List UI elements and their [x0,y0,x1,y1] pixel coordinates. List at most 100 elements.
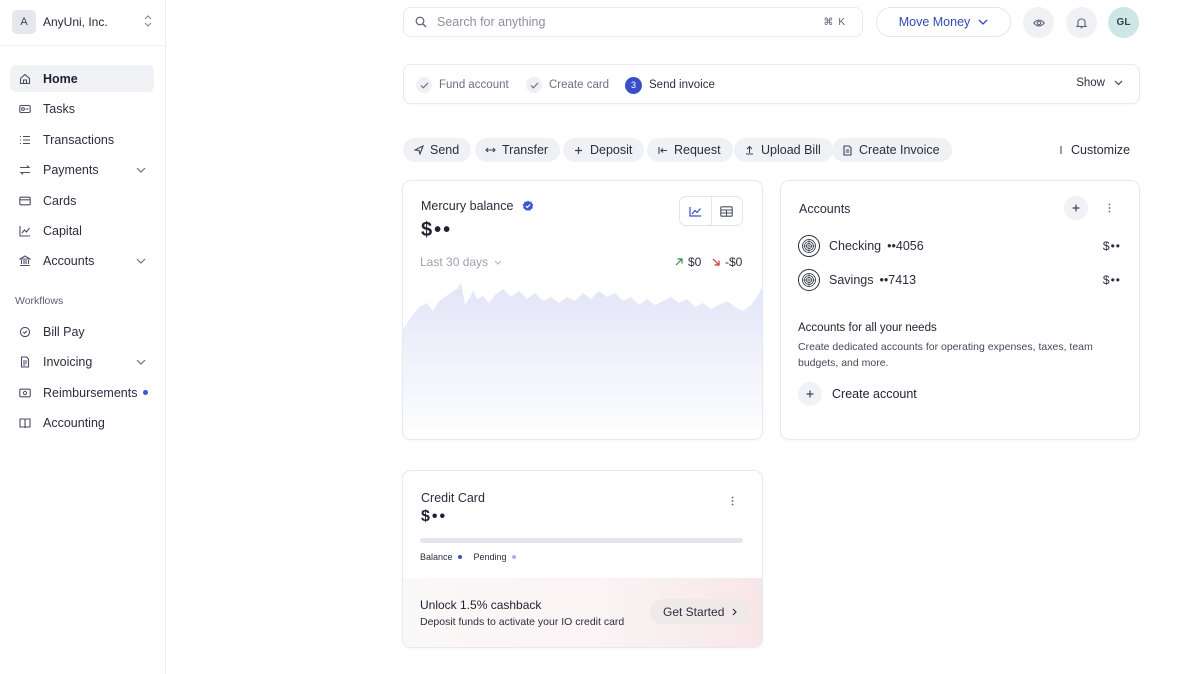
bank-icon [18,254,31,267]
line-chart-view-button[interactable] [680,197,711,225]
account-mask: ••7413 [879,273,917,287]
chevron-down-icon [134,258,148,264]
sidebar-item-invoicing[interactable]: Invoicing [10,348,154,375]
sidebar-item-capital[interactable]: Capital [10,217,154,244]
send-label: Send [430,143,460,157]
create-account-button[interactable]: Create account [798,382,917,406]
mercury-balance-value: $•• [421,219,453,241]
chevron-down-icon [134,359,148,365]
search-input[interactable] [437,15,824,29]
plus-icon [1072,204,1080,212]
move-money-label: Move Money [898,15,971,29]
move-money-button[interactable]: Move Money [876,7,1011,37]
onboarding-steps: Fund account Create card 3 Send invoice … [403,64,1140,104]
sidebar-item-accounts[interactable]: Accounts [10,247,154,274]
eye-icon [1032,18,1045,28]
chevron-down-icon [134,167,148,173]
sidebar-item-bill-pay[interactable]: Bill Pay [10,318,154,345]
table-view-button[interactable] [710,197,743,225]
account-amount: $•• [1102,239,1121,253]
sidebar-item-cards[interactable]: Cards [10,187,154,214]
get-started-button[interactable]: Get Started [650,599,751,624]
divider [0,45,165,46]
sidebar-item-label: Accounts [43,253,95,268]
mercury-balance-card: Mercury balance $•• Last 30 days $0 -$0 [402,180,763,440]
sidebar-item-label: Reimbursements [43,385,138,400]
upload-bill-label: Upload Bill [761,143,821,157]
chevron-down-icon [494,260,502,265]
search-bar[interactable]: ⌘K [403,7,863,37]
step-number: 3 [625,76,642,94]
sidebar-item-label: Tasks [43,101,75,116]
show-steps-button[interactable]: Show [1076,77,1123,89]
receipt-icon [18,386,31,399]
customize-label: Customize [1071,143,1131,157]
user-avatar[interactable]: GL [1108,7,1139,38]
add-account-button[interactable] [1064,196,1088,220]
keyboard-shortcut: ⌘K [823,16,850,28]
credit-card-card: Credit Card $•• Balance Pending Unlock 1… [402,470,763,648]
onboarding-step-create-card[interactable]: Create card [526,75,609,95]
sidebar-item-tasks[interactable]: Tasks [10,95,154,122]
account-row-checking[interactable]: Checking ••4056 $•• [798,235,1121,257]
privacy-toggle-button[interactable] [1023,7,1054,38]
account-logo-icon [798,235,820,257]
legend-pending: Pending [473,552,507,562]
period-selector[interactable]: Last 30 days [420,255,502,269]
section-label-workflows: Workflows [15,295,64,307]
show-label: Show [1076,77,1105,89]
cashback-title: Unlock 1.5% cashback [420,598,542,612]
chart-icon [18,224,31,237]
card-title: Mercury balance [421,199,514,213]
request-button[interactable]: Request [647,138,733,162]
sidebar-item-accounting[interactable]: Accounting [10,409,154,436]
credit-card-more-button[interactable] [720,489,744,513]
table-icon [720,205,733,217]
money-in: $0 [675,255,701,269]
sidebar-item-label: Accounting [43,415,105,430]
accounts-more-button[interactable] [1097,196,1121,220]
accounts-promo-title: Accounts for all your needs [798,322,937,334]
chevron-updown-icon [142,15,154,29]
org-switcher[interactable]: A AnyUni, Inc. [12,9,154,35]
upload-bill-button[interactable]: Upload Bill [734,138,833,162]
sidebar-item-payments[interactable]: Payments [10,156,154,183]
notifications-button[interactable] [1066,7,1097,38]
get-started-label: Get Started [663,604,725,619]
create-account-label: Create account [832,387,917,401]
send-icon [413,145,424,156]
onboarding-step-send-invoice[interactable]: 3 Send invoice [625,75,715,95]
request-label: Request [674,143,721,157]
verified-badge-icon [522,200,534,212]
cashback-banner: Unlock 1.5% cashback Deposit funds to ac… [403,578,762,647]
step-label: Fund account [439,79,509,91]
create-invoice-label: Create Invoice [859,143,940,157]
bell-icon [1076,17,1087,29]
more-vertical-icon [731,496,734,506]
send-button[interactable]: Send [403,138,472,162]
request-icon [657,145,668,156]
account-mask: ••4056 [887,239,924,253]
bill-icon [18,325,31,338]
arrow-down-right-icon [712,258,720,266]
onboarding-step-fund-account[interactable]: Fund account [416,75,509,95]
sidebar: A AnyUni, Inc. Home Tasks Transactions P… [0,0,166,674]
account-name: Checking [829,239,882,253]
deposit-label: Deposit [590,143,633,157]
deposit-button[interactable]: Deposit [563,138,645,162]
sidebar-item-reimbursements[interactable]: Reimbursements [10,379,154,406]
sidebar-item-home[interactable]: Home [10,65,154,92]
step-label: Create card [549,79,610,91]
chevron-down-icon [978,19,988,25]
customize-button[interactable]: Customize [1060,138,1130,162]
create-invoice-button[interactable]: Create Invoice [832,138,952,162]
chevron-down-icon [1114,80,1123,86]
cashback-description: Deposit funds to activate your IO credit… [420,616,625,628]
sidebar-item-transactions[interactable]: Transactions [10,126,154,153]
legend-balance: Balance [420,552,453,562]
card-title: Accounts [799,202,851,216]
account-row-savings[interactable]: Savings ••7413 $•• [798,269,1121,291]
org-avatar: A [12,10,36,34]
notification-dot [143,390,148,395]
transfer-button[interactable]: Transfer [475,138,561,162]
